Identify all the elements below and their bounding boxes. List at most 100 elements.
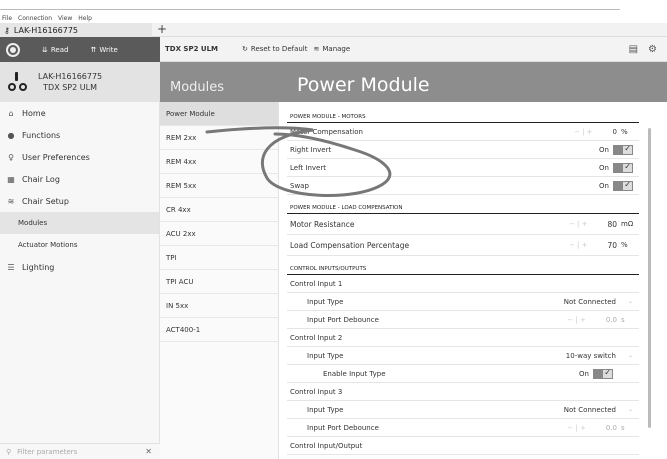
toggle-switch[interactable]: ✓ [613, 162, 633, 173]
param-row-motor-compensation: Motor Compensation − | + 0 % [287, 123, 639, 141]
main-toolbar: TDX SP2 ULM ↻ Reset to Default ≋ Manage … [160, 37, 667, 62]
module-item-rem-5xx[interactable]: REM 5xx [160, 174, 278, 198]
param-value[interactable]: 0.0 [606, 316, 617, 324]
param-row-ci2-enable-input-type: Enable Input Type On ✓ [287, 365, 639, 383]
param-row-ci3-debounce: Input Port Debounce − | + 0.0 s [287, 419, 639, 437]
write-button[interactable]: ⇈ Write [90, 46, 117, 54]
param-label: Load Compensation Percentage [290, 240, 410, 250]
stepper-minus-plus[interactable]: − | + [569, 220, 588, 228]
sidebar-item-chair-log[interactable]: ▦ Chair Log [0, 168, 159, 190]
param-row-left-invert: Left Invert On ✓ [287, 159, 639, 177]
param-unit: s [621, 423, 625, 432]
tab-bar: ⚷ LAK-H16166775 + [0, 23, 667, 37]
sidebar-item-functions[interactable]: ● Functions [0, 124, 159, 146]
module-item-acu-2xx[interactable]: ACU 2xx [160, 222, 278, 246]
toggle-switch[interactable]: ✓ [613, 180, 633, 191]
stepper-minus-plus[interactable]: − | + [567, 316, 586, 324]
content-pane: Power Module POWER MODULE - MOTORS Motor… [279, 62, 667, 459]
group-control-input-1: Control Input 1 [287, 275, 639, 293]
stepper-minus-plus[interactable]: − | + [567, 424, 586, 432]
sidebar-item-lighting[interactable]: ☰ Lighting [0, 256, 159, 278]
param-value: On [579, 369, 589, 378]
module-item-cr-4xx[interactable]: CR 4xx [160, 198, 278, 222]
clear-icon[interactable]: ✕ [145, 447, 152, 456]
device-model: TDX SP2 ULM [43, 83, 97, 92]
param-label: Left Invert [290, 163, 326, 172]
param-value: On [599, 181, 609, 190]
page-title: Power Module [279, 62, 667, 102]
param-label: Motor Resistance [290, 219, 355, 229]
parameter-panel: POWER MODULE - MOTORS Motor Compensation… [287, 104, 639, 455]
modules-header: Modules [160, 62, 279, 102]
param-value: On [599, 163, 609, 172]
input-type-select[interactable]: 10-way switch [566, 352, 616, 360]
document-icon[interactable]: ▤ [629, 44, 638, 55]
toggle-switch[interactable]: ✓ [593, 368, 613, 379]
input-type-select[interactable]: Not Connected [564, 406, 616, 414]
param-label: Motor Compensation [290, 127, 363, 136]
sidebar-item-home[interactable]: ⌂ Home [0, 102, 159, 124]
add-tab-button[interactable]: + [157, 23, 167, 35]
tab-device[interactable]: ⚷ LAK-H16166775 [0, 23, 152, 37]
toggle-switch[interactable]: ✓ [613, 144, 633, 155]
module-item-rem-4xx[interactable]: REM 4xx [160, 150, 278, 174]
param-value[interactable]: 80 [607, 220, 617, 229]
param-value[interactable]: 0 [613, 128, 617, 136]
functions-icon: ● [7, 130, 15, 140]
group-control-input-3: Control Input 3 [287, 383, 639, 401]
group-control-input-2: Control Input 2 [287, 329, 639, 347]
menu-help[interactable]: Help [78, 15, 92, 23]
menu-bar: File Connection View Help [2, 15, 92, 23]
param-value: On [599, 145, 609, 154]
menu-view[interactable]: View [58, 15, 72, 23]
sidebar-subitem-actuator-motions[interactable]: Actuator Motions [0, 234, 159, 256]
lighting-icon: ☰ [7, 262, 15, 272]
connection-toolbar: ⇊ Read ⇈ Write [0, 37, 160, 62]
top-divider [0, 9, 620, 10]
search-input[interactable]: Filter parameters [17, 448, 77, 456]
module-item-power-module[interactable]: Power Module [160, 102, 278, 126]
param-unit: mΩ [621, 220, 634, 228]
param-row-ci2-input-type: Input Type 10-way switch ⌄ [287, 347, 639, 365]
settings-icon[interactable]: ⚙ [648, 44, 657, 55]
device-info: LAK-H16166775 TDX SP2 ULM [38, 71, 102, 93]
sidebar-item-chair-setup[interactable]: ≋ Chair Setup [0, 190, 159, 212]
menu-connection[interactable]: Connection [18, 15, 52, 23]
content-scrollbar[interactable] [648, 128, 651, 428]
toolbar-right-icons: ▤ ⚙ [629, 44, 657, 55]
network-icon: ⚷ [4, 25, 10, 35]
module-item-rem-2xx[interactable]: REM 2xx [160, 126, 278, 150]
chevron-down-icon[interactable]: ⌄ [628, 298, 633, 305]
stepper-minus-plus[interactable]: − | + [569, 241, 588, 249]
param-row-ci1-debounce: Input Port Debounce − | + 0.0 s [287, 311, 639, 329]
layers-icon: ≋ [313, 45, 320, 53]
module-item-in-5xx[interactable]: IN 5xx [160, 294, 278, 318]
input-type-select[interactable]: Not Connected [564, 298, 616, 306]
manage-button[interactable]: ≋ Manage [314, 45, 351, 53]
write-icon: ⇈ [90, 45, 97, 54]
param-row-motor-resistance: Motor Resistance − | + 80 mΩ [287, 214, 639, 235]
param-value[interactable]: 0.0 [606, 424, 617, 432]
sidebar-item-user-preferences[interactable]: ♀ User Preferences [0, 146, 159, 168]
connection-status-icon[interactable] [6, 42, 20, 57]
sidebar-subitem-modules[interactable]: Modules [0, 212, 159, 234]
param-value[interactable]: 70 [607, 241, 617, 250]
param-unit: % [621, 241, 628, 249]
user-icon: ♀ [8, 152, 14, 162]
param-unit: % [621, 127, 628, 136]
reset-to-default-button[interactable]: ↻ Reset to Default [242, 45, 307, 53]
module-item-tpi[interactable]: TPI [160, 246, 278, 270]
device-model-label: TDX SP2 ULM [165, 45, 219, 53]
module-item-act400-1[interactable]: ACT400-1 [160, 318, 278, 342]
modules-list: Power Module REM 2xx REM 4xx REM 5xx CR … [160, 102, 279, 459]
module-item-tpi-acu[interactable]: TPI ACU [160, 270, 278, 294]
chevron-down-icon[interactable]: ⌄ [628, 406, 633, 413]
stepper-minus-plus[interactable]: − | + [574, 128, 593, 136]
filter-parameters-search[interactable]: ⚲ Filter parameters ✕ [0, 443, 160, 459]
log-icon: ▦ [7, 174, 15, 184]
menu-file[interactable]: File [2, 15, 12, 23]
home-icon: ⌂ [8, 108, 14, 118]
param-row-right-invert: Right Invert On ✓ [287, 141, 639, 159]
read-button[interactable]: ⇊ Read [42, 46, 68, 54]
chevron-down-icon[interactable]: ⌄ [628, 352, 633, 359]
